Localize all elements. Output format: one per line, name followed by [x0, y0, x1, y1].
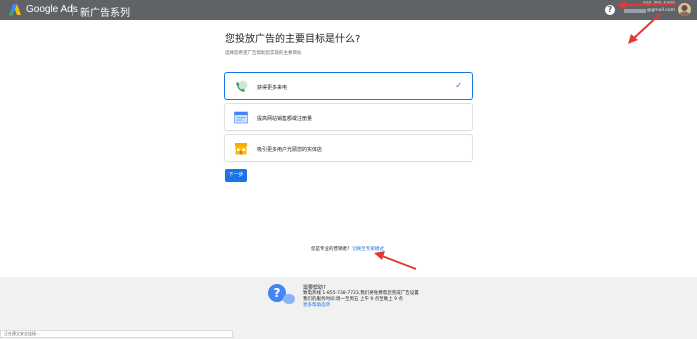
annotation-arrowhead-account	[616, 1, 626, 9]
annotation-arrow-avatar	[633, 13, 661, 39]
annotation-arrowhead-expert	[374, 251, 385, 260]
annotation-arrow-account	[623, 3, 676, 6]
annotation-arrow-expert	[381, 255, 417, 270]
annotation-overlay	[374, 1, 676, 270]
